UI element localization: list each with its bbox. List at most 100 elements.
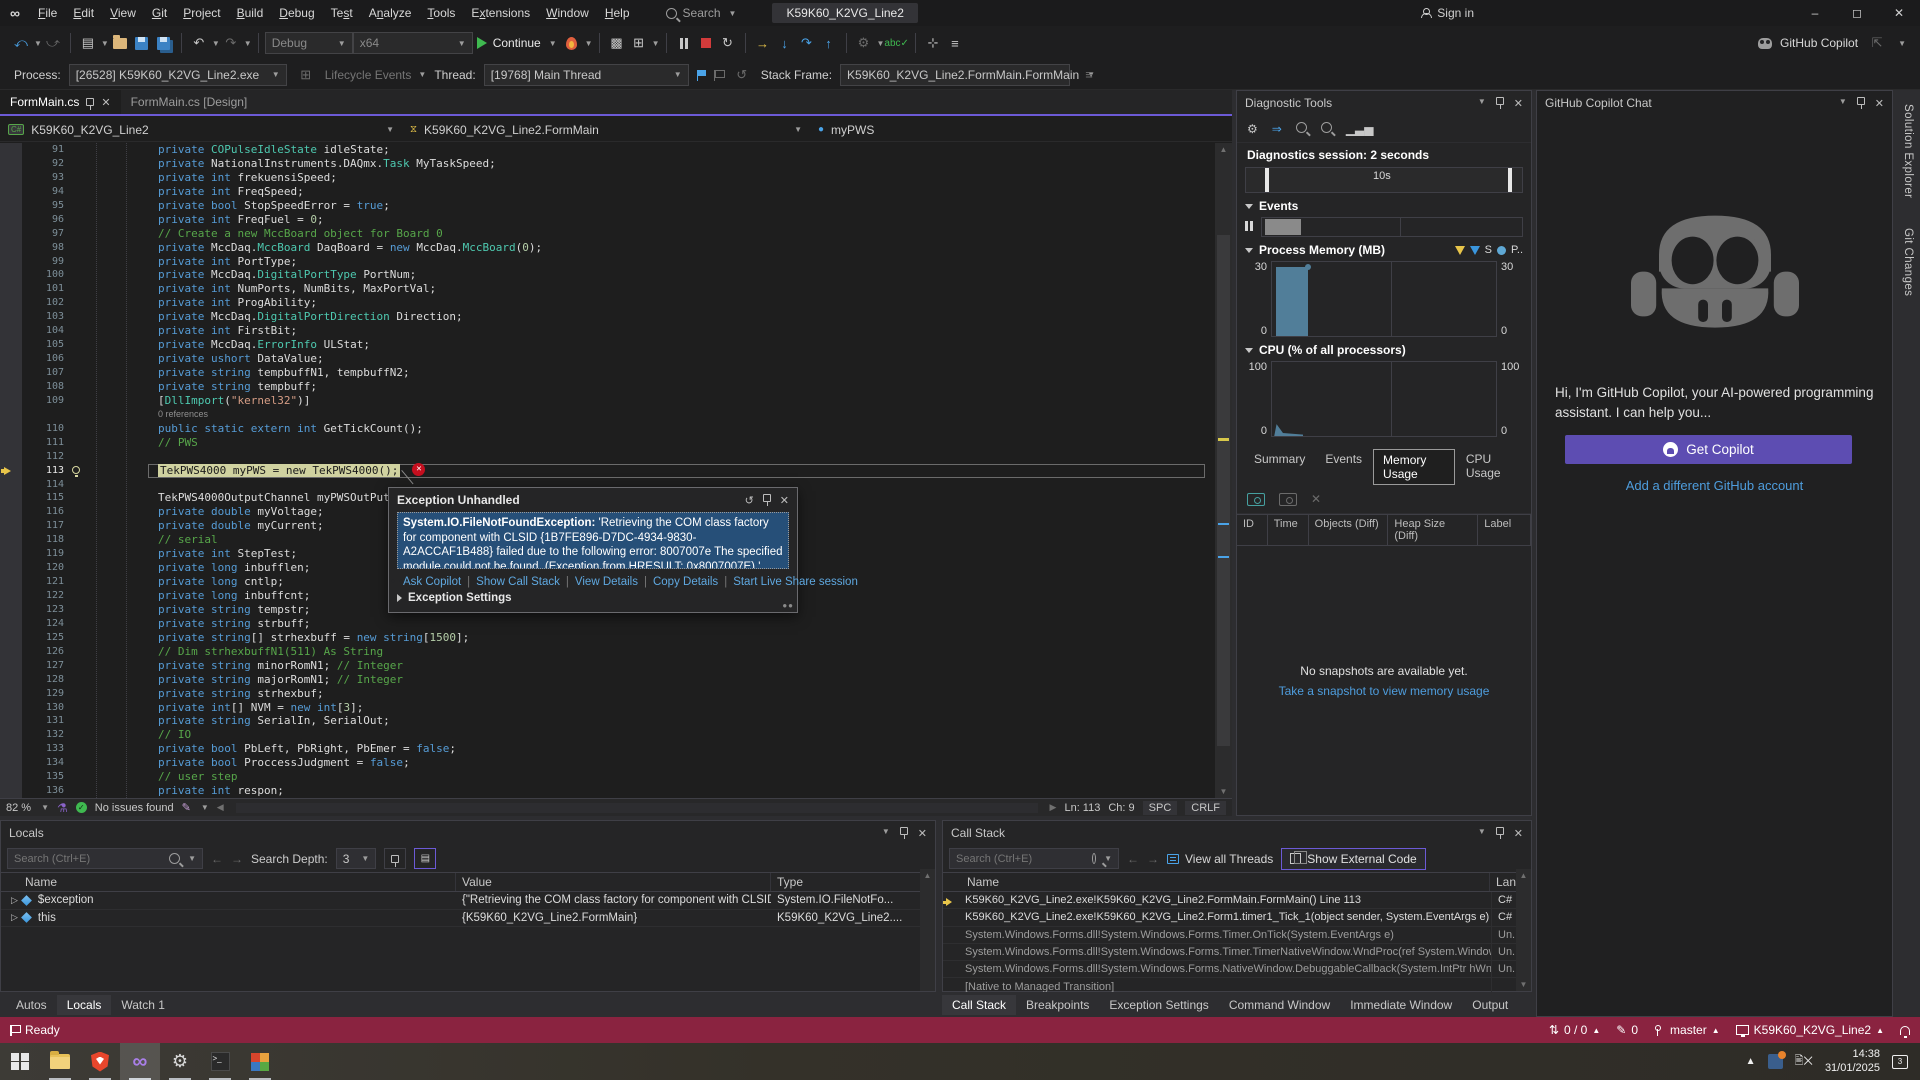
panel-tab-exception-settings[interactable]: Exception Settings (1099, 995, 1218, 1015)
locals-search-box[interactable]: ▼ (7, 848, 203, 869)
undo-icon[interactable]: ↶ (188, 31, 210, 55)
filter-threads-icon[interactable]: ↺ (731, 63, 753, 87)
code-line-101[interactable]: 101private int NumPorts, NumBits, MaxPor… (0, 282, 1215, 296)
thread-dropdown[interactable]: [19768] Main Thread▼ (484, 64, 689, 86)
new-file-icon[interactable]: ▤ (77, 31, 99, 55)
code-line-104[interactable]: 104private int FirstBit; (0, 324, 1215, 338)
code-line-128[interactable]: 128private string majorRomN1; // Integer (0, 673, 1215, 687)
stack-frame-dropdown[interactable]: K59K60_K2VG_Line2.FormMain.FormMain▼ (840, 64, 1070, 86)
save-all-icon[interactable] (153, 31, 175, 55)
pin-icon[interactable] (86, 98, 94, 106)
sign-in-button[interactable]: Sign in (1421, 6, 1474, 20)
zoom-in-icon[interactable] (1296, 122, 1307, 136)
code-line-124[interactable]: 124private string strbuff; (0, 617, 1215, 631)
close-icon[interactable]: ✕ (780, 494, 789, 507)
code-cleanup-icon[interactable]: ✎ (182, 801, 191, 814)
code-line-93[interactable]: 93private int frekuensiSpeed; (0, 171, 1215, 185)
code-line-136[interactable]: 136private int respon; (0, 784, 1215, 798)
pin-icon[interactable] (1857, 97, 1865, 105)
toolbar-overflow-icon[interactable]: ≡ (1078, 63, 1100, 87)
snapshot-col-heap-size-diff-[interactable]: Heap Size (Diff) (1388, 515, 1478, 545)
code-line-130[interactable]: 130private int[] NVM = new int[3]; (0, 701, 1215, 715)
code-line-113[interactable]: 113TekPWS4000 myPWS = new TekPWS4000();✕ (0, 464, 1215, 478)
menu-window[interactable]: Window (538, 0, 597, 26)
lifecycle-events-dropdown[interactable]: Lifecycle Events▼ (325, 68, 427, 82)
menu-help[interactable]: Help (597, 0, 638, 26)
locals-search-input[interactable] (14, 853, 144, 865)
highlighted-statement[interactable]: TekPWS4000 myPWS = new TekPWS4000(); (158, 464, 400, 477)
diag-tab-summary[interactable]: Summary (1245, 449, 1314, 485)
pin-icon[interactable] (900, 827, 908, 835)
callstack-frame-1[interactable]: K59K60_K2VG_Line2.exe!K59K60_K2VG_Line2.… (943, 909, 1531, 926)
hscroll-right-icon[interactable]: ▶ (1050, 802, 1057, 813)
type-dropdown[interactable]: ⧖ K59K60_K2VG_Line2.FormMain ▼ (402, 123, 810, 137)
code-line-133[interactable]: 133private bool PbLeft, PbRight, PbEmer … (0, 742, 1215, 756)
continue-button[interactable]: Continue ▼ (477, 36, 557, 50)
code-line-135[interactable]: 135// user step (0, 770, 1215, 784)
github-copilot-badge[interactable]: GitHub Copilot ⇱ ▼ (1758, 31, 1906, 55)
snapshot-col-label[interactable]: Label (1478, 515, 1531, 545)
window-menu-icon[interactable]: ▼ (1478, 97, 1486, 110)
code-line-107[interactable]: 107private string tempbuffN1, tempbuffN2… (0, 366, 1215, 380)
resize-grip[interactable]: ●● (782, 601, 794, 610)
panel-tab-autos[interactable]: Autos (6, 995, 57, 1015)
code-line-111[interactable]: 111// PWS (0, 436, 1215, 450)
menu-build[interactable]: Build (229, 0, 272, 26)
code-line-91[interactable]: 91private COPulseIdleState idleState; (0, 143, 1215, 157)
zoom-out-icon[interactable] (1321, 122, 1332, 136)
horizontal-scrollbar[interactable] (236, 803, 1038, 813)
code-line-95[interactable]: 95private bool StopSpeedError = true; (0, 199, 1215, 213)
line-ending-indicator[interactable]: CRLF (1185, 801, 1226, 815)
callstack-frame-2[interactable]: System.Windows.Forms.dll!System.Windows.… (943, 927, 1531, 944)
health-indicator-icon[interactable]: ⚗ (57, 801, 68, 815)
exception-action-ask-copilot[interactable]: Ask Copilot (403, 576, 461, 588)
timeline-range-start[interactable] (1265, 168, 1269, 192)
next-result-icon[interactable]: → (231, 852, 243, 866)
search-control[interactable]: Search ▼ (666, 6, 737, 20)
spaces-indicator[interactable]: SPC (1143, 801, 1178, 815)
menu-git[interactable]: Git (144, 0, 175, 26)
code-line-106[interactable]: 106private ushort DataValue; (0, 352, 1215, 366)
show-external-code-button[interactable]: Show External Code (1281, 848, 1425, 870)
pin-values-toggle[interactable] (384, 848, 406, 869)
panel-tab-watch-1[interactable]: Watch 1 (111, 995, 175, 1015)
menu-tools[interactable]: Tools (419, 0, 463, 26)
menu-view[interactable]: View (102, 0, 144, 26)
diag-tab-cpu-usage[interactable]: CPU Usage (1457, 449, 1523, 485)
callstack-frame-4[interactable]: System.Windows.Forms.dll!System.Windows.… (943, 961, 1531, 978)
volume-muted-icon[interactable]: 🖹✕ (1795, 1052, 1813, 1071)
file-explorer-button[interactable] (40, 1043, 80, 1080)
panel-tab-breakpoints[interactable]: Breakpoints (1016, 995, 1099, 1015)
compare-icon[interactable]: ⊹ (922, 31, 944, 55)
exception-action-start-live-share-session[interactable]: Start Live Share session (733, 576, 858, 588)
expander-icon[interactable]: ▷ (11, 912, 18, 923)
code-line-96[interactable]: 96private int FreqFuel = 0; (0, 213, 1215, 227)
take-snapshot-link[interactable]: Take a snapshot to view memory usage (1237, 681, 1531, 701)
snapshot-col-time[interactable]: Time (1268, 515, 1309, 545)
solution-name-badge[interactable]: K59K60_K2VG_Line2 (772, 3, 917, 23)
close-icon[interactable]: ✕ (101, 96, 110, 109)
spell-check-icon[interactable]: abc✓ (884, 31, 909, 55)
prev-result-icon[interactable]: ← (211, 852, 223, 866)
code-line-110[interactable]: 110public static extern int GetTickCount… (0, 422, 1215, 436)
hot-reload-icon[interactable] (561, 31, 583, 55)
code-line-102[interactable]: 102private int ProgAbility; (0, 296, 1215, 310)
visual-studio-button[interactable]: ∞ (120, 1043, 160, 1080)
break-all-icon[interactable] (673, 31, 695, 55)
code-line-97[interactable]: 97// Create a new MccBoard object for Bo… (0, 227, 1215, 241)
exception-message[interactable]: System.IO.FileNotFoundException: 'Retrie… (397, 512, 789, 569)
code-line-105[interactable]: 105private MccDaq.ErrorInfo ULStat; (0, 338, 1215, 352)
diag-tab-events[interactable]: Events (1316, 449, 1371, 485)
close-button[interactable]: ✕ (1878, 0, 1920, 26)
window-menu-icon[interactable]: ▼ (1478, 827, 1486, 840)
compare-snapshot-icon[interactable] (1279, 493, 1297, 506)
code-area[interactable]: 91private COPulseIdleState idleState;92p… (0, 143, 1215, 798)
codelens-references[interactable]: 0 references (0, 408, 1215, 422)
code-line-99[interactable]: 99private int PortType; (0, 255, 1215, 269)
code-line-103[interactable]: 103private MccDaq.DigitalPortDirection D… (0, 310, 1215, 324)
code-line-125[interactable]: 125private string[] strhexbuff = new str… (0, 631, 1215, 645)
chart-icon[interactable]: ▁▃▅ (1346, 122, 1374, 136)
timeline-range-end[interactable] (1508, 168, 1512, 192)
action-center-icon[interactable]: 3 (1892, 1055, 1908, 1069)
close-icon[interactable]: ✕ (1875, 97, 1884, 110)
